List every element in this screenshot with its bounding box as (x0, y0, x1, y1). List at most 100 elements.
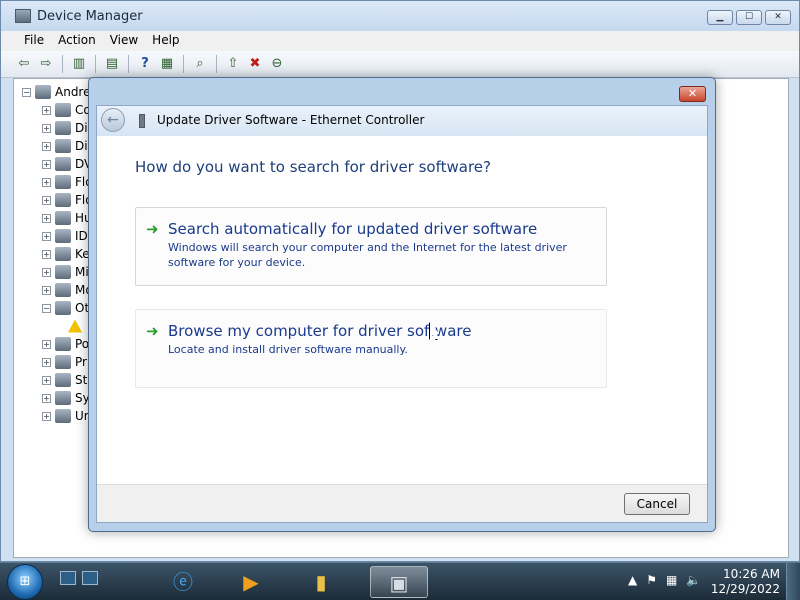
device-category-icon (55, 247, 71, 261)
expand-icon[interactable]: + (42, 267, 51, 277)
tree-item[interactable]: + ID (42, 227, 88, 245)
maximize-button[interactable]: ☐ (736, 10, 762, 25)
expand-icon[interactable]: + (42, 105, 51, 115)
menu-bar: File Action View Help (1, 31, 799, 51)
tree-item[interactable]: + Ur (42, 407, 89, 425)
clock[interactable]: 10:26 AM 12/29/2022 (711, 567, 780, 597)
tree-item[interactable]: + Sy (42, 389, 90, 407)
expand-icon[interactable]: + (42, 249, 51, 259)
menu-file[interactable]: File (17, 31, 51, 51)
tree-item[interactable]: + Mo (42, 281, 93, 299)
uninstall-icon[interactable]: ⊖ (268, 55, 286, 73)
expand-icon[interactable]: + (42, 285, 51, 295)
internet-explorer-icon[interactable]: ⓔ (158, 566, 208, 598)
tree-item[interactable]: + Di (42, 119, 88, 137)
dialog-footer: Cancel (97, 484, 707, 522)
expand-icon[interactable]: + (42, 339, 51, 349)
tree-item[interactable]: + DV (42, 155, 92, 173)
tree-item-ethernet-controller[interactable] (64, 317, 86, 335)
close-button[interactable]: ✕ (765, 10, 791, 25)
expand-icon[interactable]: + (42, 177, 51, 187)
taskbar: ⊞ ⓔ ▶ ▮ ▣ ▲ ⚑ ▦ 🔈 10:26 AM 12/29/2022 (0, 562, 800, 600)
menu-view[interactable]: View (103, 31, 145, 51)
tree-item[interactable]: + Pr (42, 353, 87, 371)
disable-device-icon[interactable]: ✖ (246, 55, 264, 73)
back-icon[interactable]: ⇦ (15, 55, 33, 73)
system-tray: ▲ ⚑ ▦ 🔈 (628, 573, 701, 587)
start-button[interactable]: ⊞ (7, 564, 43, 600)
expand-icon[interactable]: + (42, 357, 51, 367)
search-automatically-option[interactable]: ➜ Search automatically for updated drive… (135, 207, 607, 286)
minimize-button[interactable]: ▁ (707, 10, 733, 25)
option-description: Locate and install driver software manua… (168, 343, 408, 356)
toolbar-separator (128, 55, 129, 73)
tree-item-label: Pr (75, 355, 87, 369)
device-category-icon (55, 265, 71, 279)
collapse-icon[interactable]: − (42, 303, 51, 313)
tree-item[interactable]: + Co (42, 101, 91, 119)
device-category-icon (55, 229, 71, 243)
tree-item[interactable]: − Ot (42, 299, 89, 317)
option-title: Search automatically for updated driver … (168, 220, 538, 238)
device-category-icon (55, 301, 71, 315)
collapse-icon[interactable]: − (22, 87, 31, 97)
tree-item[interactable]: + Hu (42, 209, 92, 227)
tree-item[interactable]: + Mi (42, 263, 89, 281)
browse-computer-option[interactable]: ➜ Browse my computer for driver software… (135, 309, 607, 388)
back-arrow-icon[interactable]: ← (101, 108, 125, 132)
cancel-button[interactable]: Cancel (624, 493, 690, 515)
ethernet-controller-icon (139, 114, 145, 128)
device-manager-task-icon[interactable]: ▣ (370, 566, 428, 598)
media-player-icon[interactable]: ▶ (226, 566, 276, 598)
switch-windows-icon[interactable] (82, 571, 98, 585)
update-driver-icon[interactable]: ⇧ (224, 55, 242, 73)
toolbar-separator (183, 55, 184, 73)
warning-icon (68, 319, 82, 333)
expand-icon[interactable]: + (42, 123, 51, 133)
view-icon[interactable]: ▦ (158, 55, 176, 73)
show-desktop-quick-icon[interactable] (60, 571, 76, 585)
menu-help[interactable]: Help (145, 31, 186, 51)
toolbar: ⇦ ⇨ ▥ ▤ ? ▦ ⌕ ⇧ ✖ ⊖ (1, 51, 799, 78)
tree-root[interactable]: − Andre (22, 83, 90, 101)
dialog-title: Update Driver Software - Ethernet Contro… (157, 113, 425, 127)
tree-item-label: Ur (75, 409, 89, 423)
tree-item[interactable]: + Flo (42, 191, 93, 209)
show-hide-console-tree-icon[interactable]: ▥ (70, 55, 88, 73)
device-category-icon (55, 175, 71, 189)
expand-icon[interactable]: + (42, 159, 51, 169)
properties-icon[interactable]: ▤ (103, 55, 121, 73)
computer-icon (35, 85, 51, 99)
expand-icon[interactable]: + (42, 375, 51, 385)
title-bar[interactable]: Device Manager ▁ ☐ ✕ (1, 1, 799, 31)
device-category-icon (55, 355, 71, 369)
windows-explorer-icon[interactable]: ▮ (296, 566, 346, 598)
show-hidden-icons-icon[interactable]: ▲ (628, 573, 637, 587)
device-category-icon (55, 139, 71, 153)
tree-item-label: St (75, 373, 88, 387)
tree-item[interactable]: + Di (42, 137, 88, 155)
tree-item[interactable]: + Flo (42, 173, 93, 191)
expand-icon[interactable]: + (42, 213, 51, 223)
show-desktop-button[interactable] (786, 563, 800, 600)
forward-icon[interactable]: ⇨ (37, 55, 55, 73)
expand-icon[interactable]: + (42, 393, 51, 403)
network-icon[interactable]: ▦ (666, 573, 677, 587)
expand-icon[interactable]: + (42, 411, 51, 421)
menu-action[interactable]: Action (51, 31, 103, 51)
tree-item[interactable]: + St (42, 371, 87, 389)
tree-item[interactable]: + Ke (42, 245, 90, 263)
dialog-close-button[interactable]: ✕ (679, 86, 706, 102)
scan-hardware-icon[interactable]: ⌕ (191, 55, 209, 73)
tree-item[interactable]: + Po (42, 335, 89, 353)
expand-icon[interactable]: + (42, 195, 51, 205)
expand-icon[interactable]: + (42, 231, 51, 241)
dialog-header: ← Update Driver Software - Ethernet Cont… (97, 106, 707, 136)
expand-icon[interactable]: + (42, 141, 51, 151)
device-category-icon (55, 373, 71, 387)
tree-item-label: Di (75, 139, 88, 153)
device-category-icon (55, 193, 71, 207)
action-center-icon[interactable]: ⚑ (646, 573, 657, 587)
help-icon[interactable]: ? (136, 55, 154, 73)
volume-muted-icon[interactable]: 🔈 (686, 573, 701, 587)
